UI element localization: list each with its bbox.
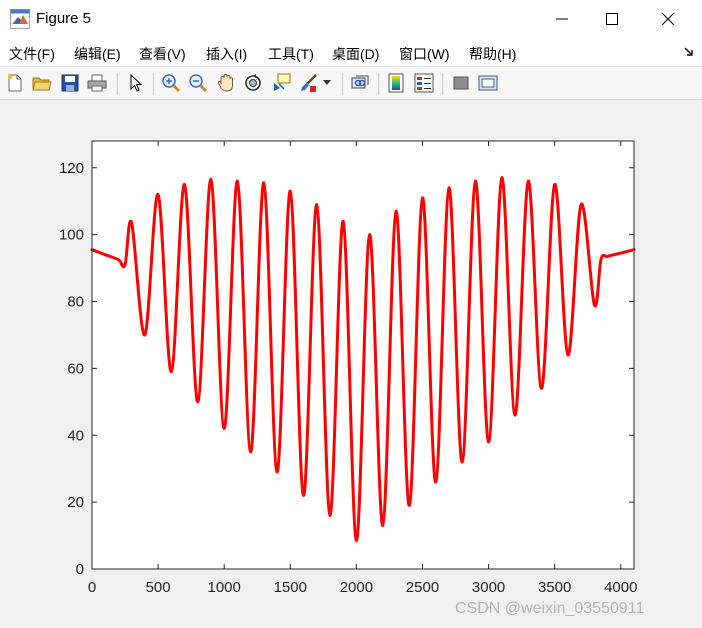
x-tick-label: 1500: [274, 579, 307, 596]
y-tick-label: 60: [67, 360, 84, 377]
x-tick-label: 2000: [340, 579, 373, 596]
x-tick-label: 4000: [604, 579, 637, 596]
x-tick-label: 500: [146, 579, 171, 596]
y-tick-label: 120: [59, 160, 84, 177]
x-tick-label: 3000: [472, 579, 505, 596]
y-tick-label: 100: [59, 227, 84, 244]
y-tick-label: 0: [76, 561, 84, 578]
x-tick-label: 2500: [406, 579, 439, 596]
y-tick-label: 20: [67, 494, 84, 511]
plot-canvas[interactable]: 0 500 1000 1500 2000 2500 3000 3500 4000 0 20 40 60 8…: [0, 0, 702, 628]
y-tick-label: 80: [67, 294, 84, 311]
x-tick-label: 1000: [208, 579, 241, 596]
y-tick-label: 40: [67, 427, 84, 444]
x-tick-label: 3500: [538, 579, 571, 596]
watermark-text: CSDN @weixin_03550911: [455, 600, 645, 617]
figure-window: Figure 5 文件(F) 编辑(E) 查看(V) 插入(I) 工具(T) 桌…: [0, 0, 702, 628]
x-tick-label: 0: [88, 579, 96, 596]
